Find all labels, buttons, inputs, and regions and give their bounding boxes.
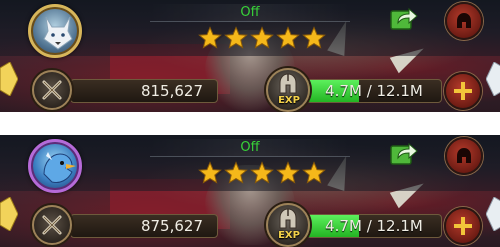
crossed-swords-icon	[42, 215, 62, 235]
gem-icon	[486, 62, 500, 96]
star-icon	[224, 26, 248, 49]
add-exp-button[interactable]	[444, 207, 482, 245]
plus-icon	[454, 217, 472, 235]
exp-label: EXP	[278, 95, 300, 106]
helmet-icon	[457, 13, 471, 28]
gem-icon	[486, 197, 500, 231]
power-badge	[32, 205, 72, 245]
white-wolf-avatar	[43, 16, 73, 50]
exp-progress-bar: 4.7M / 12.1M	[306, 79, 442, 103]
exp-progress-text: 4.7M / 12.1M	[325, 217, 423, 235]
power-badge	[32, 70, 72, 110]
exp-helmet-icon	[279, 208, 297, 229]
star-rating	[198, 26, 330, 52]
star-icon	[250, 26, 274, 49]
status-text: Off	[150, 4, 350, 22]
hero-helmet-button[interactable]	[445, 2, 483, 40]
star-icon	[224, 161, 248, 184]
star-icon	[302, 161, 326, 184]
status-text: Off	[150, 139, 350, 157]
hero-helmet-button[interactable]	[445, 137, 483, 175]
helmet-icon	[457, 148, 471, 163]
power-value: 875,627	[70, 214, 218, 238]
hero-panel-2: Off 875,627 4.7M / 12.1M EXP	[0, 135, 500, 247]
hero-avatar[interactable]	[28, 139, 82, 193]
exp-badge: EXP	[266, 203, 310, 247]
star-rating	[198, 161, 330, 187]
exp-label: EXP	[278, 230, 300, 241]
gem-icon	[0, 197, 18, 231]
star-icon	[276, 26, 300, 49]
power-value: 815,627	[70, 79, 218, 103]
exp-helmet-icon	[279, 73, 297, 94]
share-icon[interactable]	[389, 140, 419, 166]
exp-progress-bar: 4.7M / 12.1M	[306, 214, 442, 238]
hero-panel-1: Off 815,627 4.7M / 12.1M EXP	[0, 0, 500, 112]
star-icon	[302, 26, 326, 49]
hero-avatar[interactable]	[28, 4, 82, 58]
star-icon	[198, 161, 222, 184]
exp-progress-text: 4.7M / 12.1M	[325, 82, 423, 100]
add-exp-button[interactable]	[444, 72, 482, 110]
star-icon	[250, 161, 274, 184]
crossed-swords-icon	[42, 80, 62, 100]
exp-badge: EXP	[266, 68, 310, 112]
star-icon	[198, 26, 222, 49]
star-icon	[276, 161, 300, 184]
share-icon[interactable]	[389, 5, 419, 31]
gem-icon	[0, 62, 18, 96]
blue-bird-avatar	[43, 152, 76, 183]
plus-icon	[454, 82, 472, 100]
